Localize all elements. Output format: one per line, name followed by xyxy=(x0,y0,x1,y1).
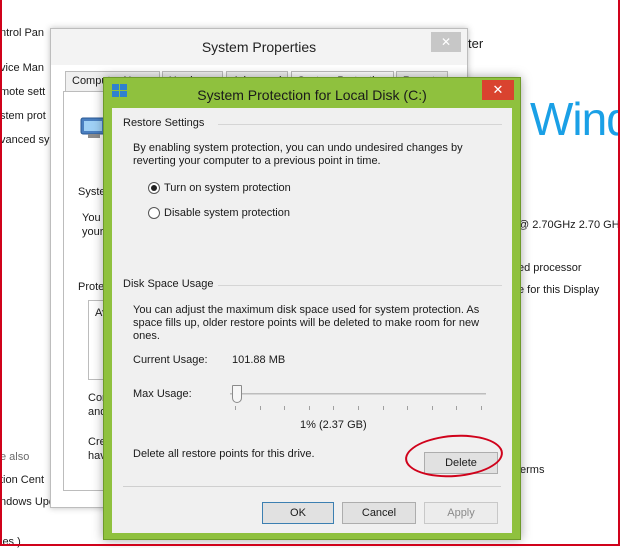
device-manager-link[interactable]: vice Man xyxy=(0,62,44,74)
advanced-system-settings-link[interactable]: vanced sy xyxy=(0,134,50,146)
disk-space-description: You can adjust the maximum disk space us… xyxy=(133,304,480,342)
turn-on-protection-radio[interactable] xyxy=(148,182,160,194)
current-usage-label: Current Usage: xyxy=(133,354,208,366)
slider-tick xyxy=(481,406,482,410)
delete-button[interactable]: Delete xyxy=(424,452,498,474)
slider-tick xyxy=(308,406,310,410)
slider-tick xyxy=(235,406,236,410)
max-usage-slider-thumb[interactable] xyxy=(232,385,243,403)
slider-tick xyxy=(333,406,335,410)
disk-space-heading: Disk Space Usage xyxy=(123,278,214,290)
current-usage-value: 101.88 MB xyxy=(232,354,286,366)
max-usage-label: Max Usage: xyxy=(133,388,192,400)
disable-protection-radio[interactable] xyxy=(148,207,160,219)
license-terms-link[interactable]: erms xyxy=(520,464,544,476)
pen-touch-text: e for this Display xyxy=(518,284,600,296)
dialog-titlebar[interactable]: System Protection for Local Disk (C:) ✕ xyxy=(104,78,520,108)
slider-tick xyxy=(358,406,359,410)
slider-tick xyxy=(431,406,433,410)
delete-restore-points-text: Delete all restore points for this drive… xyxy=(133,448,315,460)
apply-button[interactable]: Apply xyxy=(424,502,498,524)
action-center-link[interactable]: tion Cent xyxy=(0,474,44,486)
system-properties-title: System Properties xyxy=(201,39,317,55)
ok-button[interactable]: OK xyxy=(262,502,334,524)
control-panel-home-link[interactable]: ntrol Pan xyxy=(0,27,44,39)
restore-settings-divider xyxy=(218,124,502,125)
disk-space-divider xyxy=(218,285,502,286)
dialog-close-button[interactable]: ✕ xyxy=(482,80,514,100)
max-usage-slider-track[interactable] xyxy=(230,393,486,395)
top-link-fragment[interactable]: ter xyxy=(468,36,483,51)
dialog-title: System Protection for Local Disk (C:) xyxy=(197,87,427,103)
slider-tick xyxy=(456,406,458,410)
system-protection-dialog: System Protection for Local Disk (C:) ✕ … xyxy=(103,77,521,540)
disable-protection-label[interactable]: Disable system protection xyxy=(164,207,290,219)
system-protection-link[interactable]: stem prot xyxy=(0,110,46,122)
slider-tick xyxy=(284,406,286,410)
turn-on-protection-label[interactable]: Turn on system protection xyxy=(164,182,291,194)
system-properties-close-button[interactable]: ✕ xyxy=(431,32,461,52)
bottom-left-fragment: ies ) xyxy=(0,536,21,548)
max-usage-value: 1% (2.37 GB) xyxy=(300,419,367,431)
remote-settings-link[interactable]: mote sett xyxy=(0,86,45,98)
system-properties-titlebar[interactable]: System Properties ✕ xyxy=(51,29,467,65)
see-also-heading: e also xyxy=(0,451,30,463)
restore-settings-description: By enabling system protection, you can u… xyxy=(133,142,463,167)
restore-settings-heading: Restore Settings xyxy=(123,117,205,129)
slider-tick xyxy=(382,406,384,410)
footer-divider xyxy=(123,486,501,487)
cancel-button[interactable]: Cancel xyxy=(342,502,416,524)
dialog-client-area: Restore Settings By enabling system prot… xyxy=(112,108,512,533)
processor-type-text: ed processor xyxy=(518,262,582,274)
slider-tick xyxy=(407,406,409,410)
slider-tick xyxy=(259,406,261,410)
processor-speed-text: @ 2.70GHz 2.70 GH xyxy=(518,219,620,231)
windows-logo-text: Wind xyxy=(530,93,620,145)
sp-fragment-your: your xyxy=(82,226,104,238)
